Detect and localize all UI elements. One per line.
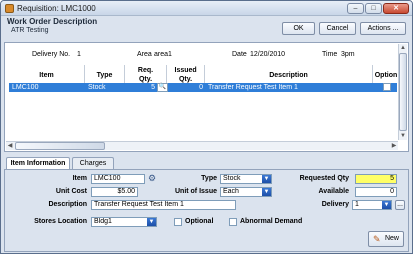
new-icon: ✎ <box>373 234 381 244</box>
requisition-window: Requisition: LMC1000 – □ ✕ Work Order De… <box>0 0 413 254</box>
cancel-button[interactable]: Cancel <box>319 22 356 35</box>
scroll-up-icon[interactable]: ▲ <box>399 44 407 52</box>
chevron-down-icon[interactable]: ▼ <box>262 188 271 196</box>
abnormal-demand-label: Abnormal Demand <box>240 218 303 225</box>
tab-charges[interactable]: Charges <box>72 157 114 169</box>
ok-button[interactable]: OK <box>282 22 315 35</box>
item-label: Item <box>72 175 87 182</box>
column-header-option[interactable]: Option <box>373 65 399 84</box>
delivery-value: 1 <box>355 201 359 208</box>
delivery-no-label: Delivery No. <box>32 51 71 58</box>
date-label: Date <box>232 51 247 58</box>
column-header-req-qty[interactable]: Req. Qty. <box>125 65 167 84</box>
vertical-scroll-thumb[interactable] <box>399 53 407 131</box>
column-header-type[interactable]: Type <box>85 65 125 84</box>
requested-qty-label: Requested Qty <box>299 175 349 182</box>
delivery-no-value: 1 <box>77 51 81 58</box>
vertical-scrollbar[interactable]: ▲ ▼ <box>398 44 407 140</box>
column-header-description[interactable]: Description <box>205 65 373 84</box>
work-order-title: Work Order Description <box>7 17 98 26</box>
delivery-select[interactable]: 1 ▼ <box>352 200 392 210</box>
stores-location-select[interactable]: Bldg1 ▼ <box>91 217 157 227</box>
item-field[interactable]: LMC100 <box>91 174 145 184</box>
available-field[interactable]: 0 <box>355 187 397 197</box>
issued-qty-header-text: Issued Qty. <box>174 67 197 83</box>
close-button[interactable]: ✕ <box>383 3 409 14</box>
description-field[interactable]: Transfer Request Test Item 1 <box>91 200 236 210</box>
unit-cost-label: Unit Cost <box>55 188 87 195</box>
header: Work Order Description ATR Testing OK Ca… <box>1 16 412 40</box>
actions-button[interactable]: Actions ... <box>360 22 406 35</box>
requested-qty-field[interactable]: 5 <box>355 174 397 184</box>
type-select[interactable]: Stock ▼ <box>220 174 272 184</box>
cell-description[interactable]: Transfer Request Test Item 1 <box>205 83 373 92</box>
cell-issued-qty[interactable]: 0 <box>167 83 205 92</box>
unit-of-issue-label: Unit of Issue <box>174 188 217 195</box>
detail-tabs: Item Information Charges <box>4 157 409 169</box>
chevron-down-icon[interactable]: ▼ <box>382 201 391 209</box>
option-checkbox[interactable] <box>383 83 391 91</box>
optional-checkbox[interactable] <box>174 218 182 226</box>
tab-item-information[interactable]: Item Information <box>6 157 70 169</box>
item-lookup-icon[interactable]: ⚙ <box>148 173 159 184</box>
description-label: Description <box>48 201 87 208</box>
date-value: 12/20/2010 <box>250 51 286 58</box>
area-label: Area <box>137 51 152 58</box>
title-bar: Requisition: LMC1000 – □ ✕ <box>1 1 412 16</box>
req-qty-header-text: Req. Qty. <box>137 67 154 83</box>
chevron-down-icon[interactable]: ▼ <box>147 218 156 226</box>
cell-item[interactable]: LMC100 <box>9 83 85 92</box>
scroll-down-icon[interactable]: ▼ <box>399 132 407 140</box>
work-order-subtitle: ATR Testing <box>11 27 49 34</box>
abnormal-demand-checkbox[interactable] <box>229 218 237 226</box>
delivery-panel: Delivery No. 1 Area area1 Date 12/20/201… <box>4 42 409 152</box>
delivery-label: Delivery <box>321 201 349 208</box>
area-value: area1 <box>154 51 172 58</box>
cell-req-qty[interactable]: 5 <box>125 83 157 92</box>
cell-type[interactable]: Stock <box>85 83 125 92</box>
minimize-button[interactable]: – <box>347 3 364 14</box>
new-button[interactable]: ✎ New <box>368 231 404 247</box>
scroll-right-icon[interactable]: ▶ <box>390 142 398 150</box>
time-value: 3pm <box>341 51 355 58</box>
delivery-more-button[interactable]: ... <box>395 200 405 210</box>
stores-location-value: Bldg1 <box>94 218 112 225</box>
unit-of-issue-value: Each <box>223 188 239 195</box>
type-value: Stock <box>223 175 241 182</box>
table-row[interactable]: LMC100 Stock 5 🔍 0 Transfer Request Test… <box>9 83 397 92</box>
time-label: Time <box>322 51 338 58</box>
chevron-down-icon[interactable]: ▼ <box>262 175 271 183</box>
column-header-issued-qty[interactable]: Issued Qty. <box>167 65 205 84</box>
type-label: Type <box>201 175 217 182</box>
horizontal-scroll-thumb[interactable] <box>15 142 105 150</box>
stores-location-label: Stores Location <box>34 218 87 225</box>
new-button-label: New <box>384 235 399 242</box>
unit-cost-field[interactable]: $5.00 <box>91 187 138 197</box>
item-information-panel: Item LMC100 ⚙ Unit Cost $5.00 Descriptio… <box>4 169 409 252</box>
scroll-left-icon[interactable]: ◀ <box>6 142 14 150</box>
window-title: Requisition: LMC1000 <box>17 4 96 13</box>
maximize-button[interactable]: □ <box>365 3 382 14</box>
horizontal-scrollbar[interactable]: ◀ ▶ <box>6 141 398 150</box>
available-label: Available <box>318 188 349 195</box>
optional-label: Optional <box>185 218 214 225</box>
app-icon <box>5 4 14 13</box>
column-header-item[interactable]: Item <box>9 65 85 84</box>
unit-of-issue-select[interactable]: Each ▼ <box>220 187 272 197</box>
